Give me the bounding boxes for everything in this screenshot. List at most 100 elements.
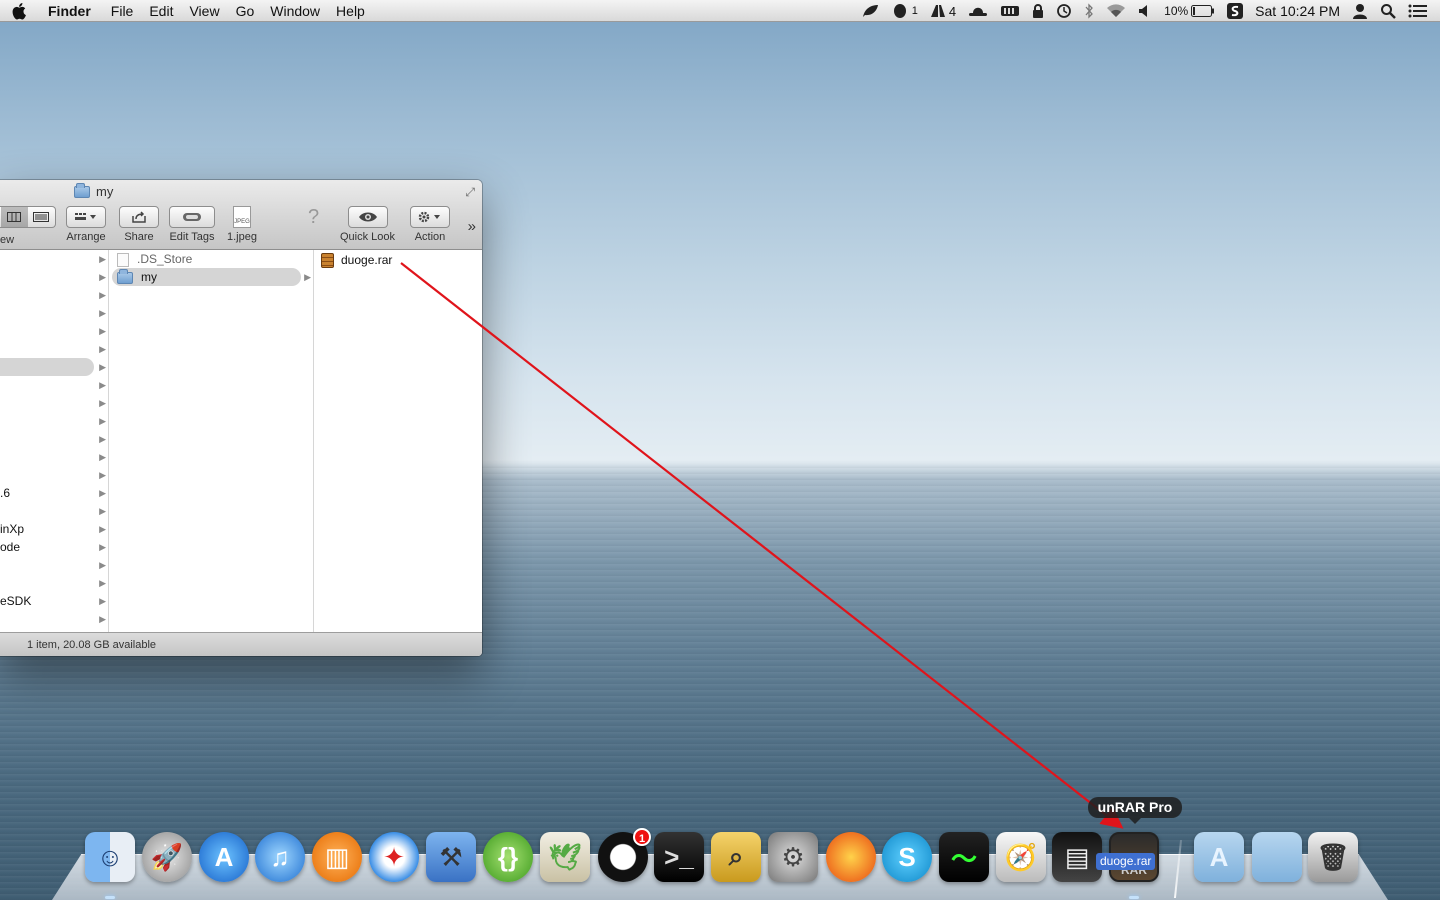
trash-dock-item[interactable]: 🗑 — [1307, 830, 1359, 884]
list-item[interactable]: inXp ▶ — [0, 520, 108, 538]
qq-status-icon — [893, 4, 906, 18]
list-item[interactable]: ode ▶ — [0, 538, 108, 556]
applications-folder-dock-item[interactable]: A — [1193, 830, 1245, 884]
launchpad-dock-item[interactable]: 🚀 — [141, 830, 193, 884]
list-item[interactable]: ▶ — [0, 268, 108, 286]
disclosure-arrow-icon: ▶ — [99, 308, 106, 318]
brackets-dock-item[interactable]: {} — [482, 830, 534, 884]
arrange-button[interactable] — [66, 206, 106, 228]
list-item[interactable]: ▶ — [0, 376, 108, 394]
directory-utility-dock-item[interactable]: 🧭 — [995, 830, 1047, 884]
lock-status-icon[interactable] — [1026, 0, 1050, 22]
list-item[interactable]: eSDK ▶ — [0, 592, 108, 610]
activity-monitor-dock-item[interactable]: 〜 — [938, 830, 990, 884]
menu-edit[interactable]: Edit — [141, 0, 181, 22]
time-machine-icon[interactable] — [1050, 0, 1078, 22]
finder-dock-item[interactable]: ☺ — [84, 830, 136, 884]
toolbar-overflow-icon[interactable]: » — [468, 218, 476, 235]
list-item[interactable]: .6 ▶ — [0, 484, 108, 502]
help-icon[interactable]: ? — [308, 206, 319, 228]
list-item[interactable]: .DS_Store — [109, 250, 313, 268]
qq-dock-item[interactable]: 1 — [597, 828, 651, 884]
list-item[interactable]: ▶ — [0, 286, 108, 304]
finder-titlebar[interactable]: my ⤢ ew Arrange Share Edit Tags JPEG 1.j… — [0, 180, 482, 250]
hat-status-icon[interactable] — [962, 0, 994, 22]
edit-tags-tool[interactable]: Edit Tags — [169, 206, 215, 243]
disclosure-arrow-icon: ▶ — [99, 524, 106, 534]
arrange-label: Arrange — [66, 231, 106, 243]
sublime-dock-item[interactable]: S — [881, 830, 933, 884]
qq-status-item[interactable]: 1 — [885, 0, 924, 22]
terminal-dock-item[interactable]: >_ — [653, 830, 705, 884]
help-tool[interactable]: ? — [308, 206, 319, 228]
menu-file[interactable]: File — [103, 0, 142, 22]
finder-toolbar: ew Arrange Share Edit Tags JPEG 1.jpeg ?… — [0, 206, 482, 246]
user-icon[interactable] — [1346, 0, 1374, 22]
list-item[interactable]: ▶ — [0, 340, 108, 358]
list-item[interactable]: ▶ — [0, 250, 108, 268]
leaf-status-icon[interactable] — [855, 0, 885, 22]
app-store-dock-item[interactable]: A — [198, 830, 250, 884]
xcode-dock-item[interactable]: ⚒ — [425, 830, 477, 884]
arrange-tool[interactable]: Arrange — [66, 206, 106, 243]
documents-folder-dock-item[interactable] — [1251, 830, 1303, 884]
clock[interactable]: Sat 10:24 PM — [1249, 0, 1346, 22]
adobe-status-item[interactable]: 4 — [924, 0, 962, 22]
action-button[interactable] — [410, 206, 450, 228]
share-tool[interactable]: Share — [119, 206, 159, 243]
column-view-button[interactable] — [0, 207, 28, 227]
menu-go[interactable]: Go — [228, 0, 263, 22]
menu-window[interactable]: Window — [262, 0, 328, 22]
itunes-dock-item[interactable]: ♫ — [254, 830, 306, 884]
list-item[interactable]: ▶ — [0, 556, 108, 574]
list-item[interactable]: ▶ — [0, 466, 108, 484]
spotlight-icon[interactable] — [1374, 0, 1402, 22]
battery-status[interactable]: 10% — [1158, 0, 1221, 22]
mail-dock-item[interactable]: 🕊 — [539, 830, 591, 884]
menu-view[interactable]: View — [181, 0, 227, 22]
safari-dock-item[interactable]: ✦ — [368, 830, 420, 884]
list-item[interactable]: ▶ — [0, 574, 108, 592]
notification-center-icon[interactable] — [1402, 0, 1440, 22]
list-item[interactable]: ▶ — [0, 394, 108, 412]
firefox-dock-item[interactable] — [825, 830, 877, 884]
app-menu-finder[interactable]: Finder — [40, 0, 103, 22]
share-button[interactable] — [119, 206, 159, 228]
edit-tags-button[interactable] — [169, 206, 215, 228]
jpeg-file-icon[interactable]: JPEG — [232, 206, 251, 228]
volume-icon[interactable] — [1132, 0, 1158, 22]
list-item[interactable]: duoge.rar — [314, 251, 482, 269]
menu-help[interactable]: Help — [328, 0, 373, 22]
disclosure-arrow-icon: ▶ — [99, 470, 106, 480]
list-item[interactable]: ▶ — [0, 304, 108, 322]
finder-window[interactable]: my ⤢ ew Arrange Share Edit Tags JPEG 1.j… — [0, 180, 482, 656]
quick-look-tool[interactable]: Quick Look — [340, 206, 395, 243]
list-item[interactable]: ▶ — [0, 502, 108, 520]
disclosure-arrow-icon: ▶ — [99, 506, 106, 516]
list-item[interactable]: ▶ — [0, 322, 108, 340]
memory-status-icon[interactable] — [994, 0, 1026, 22]
list-item[interactable]: ▶ — [0, 358, 106, 376]
view-buttons: ew — [0, 206, 56, 246]
folder-icon — [117, 268, 133, 284]
running-indicator — [105, 896, 115, 899]
action-tool[interactable]: Action — [410, 206, 450, 243]
list-item-selected[interactable]: my ▶ — [112, 268, 311, 286]
ibooks-dock-item[interactable]: ▥ — [311, 830, 363, 884]
list-item[interactable]: ▶ — [0, 610, 108, 628]
skitch-status-icon[interactable] — [1221, 0, 1249, 22]
list-item[interactable]: ▶ — [0, 448, 108, 466]
system-preferences-dock-item[interactable]: ⚙ — [767, 830, 819, 884]
fullscreen-icon[interactable]: ⤢ — [465, 185, 475, 200]
quick-look-button[interactable] — [347, 206, 388, 228]
bluetooth-icon[interactable] — [1078, 0, 1100, 22]
apple-menu-icon[interactable] — [0, 2, 40, 20]
coverflow-view-button[interactable] — [28, 207, 55, 227]
wifi-icon[interactable] — [1100, 0, 1132, 22]
list-item[interactable]: ▶ — [0, 430, 108, 448]
preview-dock-item[interactable]: ⌕ — [710, 830, 762, 884]
file-shortcut-tool[interactable]: JPEG 1.jpeg — [227, 206, 257, 243]
list-item[interactable]: ▶ — [0, 412, 108, 430]
share-icon — [132, 211, 146, 223]
item-label: ode — [0, 540, 21, 554]
